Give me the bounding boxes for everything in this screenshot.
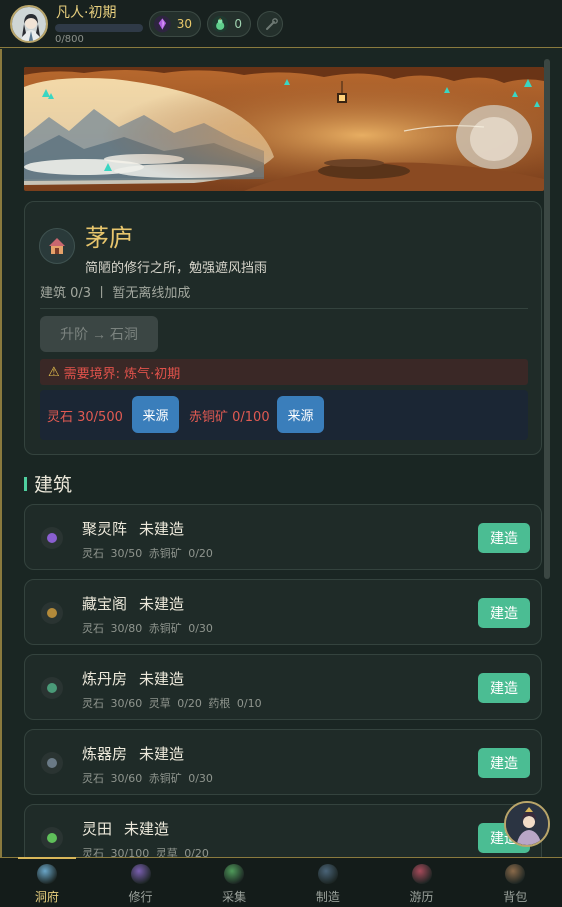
spirit-stone-counter[interactable]: 30 bbox=[149, 11, 201, 37]
building-name: 聚灵阵 bbox=[82, 520, 128, 538]
building-name: 炼丹房 bbox=[82, 670, 128, 688]
cave-building-meta: 建筑 0/3 丨 暂无离线加成 bbox=[40, 286, 191, 301]
building-row: 聚灵阵 未建造灵石 30/50 赤铜矿 0/20 建造 bbox=[24, 504, 542, 570]
building-cost: 灵石 30/60 赤铜矿 0/30 bbox=[82, 772, 213, 785]
bag-icon bbox=[505, 864, 526, 884]
sprout-icon bbox=[41, 827, 63, 849]
hut-icon bbox=[39, 228, 75, 264]
building-row: 炼丹房 未建造灵石 30/60 灵草 0/20 药根 0/10 建造 bbox=[24, 654, 542, 720]
building-cost: 灵石 30/100 灵草 0/20 bbox=[82, 847, 209, 857]
building-cost: 灵石 30/80 赤铜矿 0/30 bbox=[82, 622, 213, 635]
building-status: 未建造 bbox=[139, 520, 185, 538]
bottom-navigation: 洞府 修行 采集 制造 游历 背包 bbox=[0, 857, 562, 907]
section-title-buildings: 建筑 bbox=[34, 474, 73, 496]
building-name: 藏宝阁 bbox=[82, 595, 128, 613]
warning-icon: ⚠ bbox=[48, 364, 60, 380]
craft-icon bbox=[317, 864, 338, 884]
nav-item-bag[interactable]: 背包 bbox=[468, 858, 562, 907]
assistant-avatar-button[interactable] bbox=[504, 801, 550, 847]
wrench-icon bbox=[266, 18, 278, 30]
section-accent-bar bbox=[24, 477, 27, 491]
nav-label: 背包 bbox=[503, 890, 528, 904]
travel-icon bbox=[411, 864, 432, 884]
nav-item-cave[interactable]: 洞府 bbox=[0, 857, 94, 907]
spirit-stone-value: 30 bbox=[176, 17, 192, 31]
nav-item-herb[interactable]: 采集 bbox=[187, 858, 281, 907]
building-row: 藏宝阁 未建造灵石 30/80 赤铜矿 0/30 建造 bbox=[24, 579, 542, 645]
upgrade-button[interactable]: 升阶 → 石洞 bbox=[40, 316, 158, 352]
treasure-icon bbox=[41, 602, 63, 624]
cave-title: 茅庐 bbox=[85, 224, 133, 252]
nav-item-craft[interactable]: 制造 bbox=[281, 858, 375, 907]
building-status: 未建造 bbox=[139, 595, 185, 613]
building-status: 未建造 bbox=[124, 820, 170, 838]
building-name: 炼器房 bbox=[82, 745, 128, 763]
alchemy-icon bbox=[41, 677, 63, 699]
avatar-portrait-icon bbox=[12, 7, 46, 41]
warning-text: 需要境界: 炼气·初期 bbox=[63, 366, 181, 382]
lotus-icon bbox=[130, 864, 151, 884]
upgrade-cost-box: 灵石 30/500 来源 赤铜矿 0/100 来源 bbox=[40, 390, 528, 440]
nav-label: 洞府 bbox=[34, 890, 59, 904]
nav-label: 采集 bbox=[222, 890, 247, 904]
settings-button[interactable] bbox=[257, 11, 283, 37]
cave-banner-image bbox=[24, 67, 544, 191]
build-button[interactable]: 建造 bbox=[478, 523, 530, 553]
exp-progress-bar bbox=[55, 24, 143, 32]
realm-requirement-warning: ⚠ 需要境界: 炼气·初期 bbox=[40, 359, 528, 385]
spirit-stone-icon bbox=[154, 15, 171, 33]
exp-text: 0/800 bbox=[55, 34, 84, 45]
nav-item-travel[interactable]: 游历 bbox=[375, 858, 469, 907]
nav-label: 修行 bbox=[128, 890, 153, 904]
cave-description: 简陋的修行之所，勉强遮风挡雨 bbox=[85, 261, 268, 276]
realm-title: 凡人·初期 bbox=[56, 5, 117, 21]
jade-gourd-icon bbox=[212, 15, 229, 33]
forge-icon bbox=[41, 752, 63, 774]
build-button[interactable]: 建造 bbox=[478, 598, 530, 628]
top-bar: 凡人·初期 0/800 30 0 bbox=[0, 0, 562, 48]
player-avatar[interactable] bbox=[10, 5, 48, 43]
spirit-jade-counter[interactable]: 0 bbox=[207, 11, 251, 37]
building-status: 未建造 bbox=[139, 745, 185, 763]
herb-icon bbox=[224, 864, 245, 884]
nav-label: 制造 bbox=[315, 890, 340, 904]
building-cost: 灵石 30/50 赤铜矿 0/20 bbox=[82, 547, 213, 560]
array-icon bbox=[41, 527, 63, 549]
main-content[interactable]: 茅庐 简陋的修行之所，勉强遮风挡雨 建筑 0/3 丨 暂无离线加成 升阶 → 石… bbox=[0, 49, 562, 857]
card-divider bbox=[40, 308, 528, 309]
build-button[interactable]: 建造 bbox=[478, 748, 530, 778]
scrollbar[interactable] bbox=[544, 59, 550, 579]
building-status: 未建造 bbox=[139, 670, 185, 688]
build-button[interactable]: 建造 bbox=[478, 673, 530, 703]
spirit-jade-value: 0 bbox=[234, 17, 242, 31]
spirit-stone-source-button[interactable]: 来源 bbox=[132, 396, 179, 433]
nav-item-lotus[interactable]: 修行 bbox=[94, 858, 188, 907]
building-row: 灵田 未建造 灵石 30/100 灵草 0/20 建造 bbox=[24, 804, 542, 857]
cost-spirit-stone: 灵石 30/500 bbox=[47, 410, 123, 425]
cost-red-copper: 赤铜矿 0/100 bbox=[189, 410, 270, 425]
cave-info-card: 茅庐 简陋的修行之所，勉强遮风挡雨 建筑 0/3 丨 暂无离线加成 升阶 → 石… bbox=[24, 201, 542, 455]
building-row: 炼器房 未建造灵石 30/60 赤铜矿 0/30 建造 bbox=[24, 729, 542, 795]
red-copper-source-button[interactable]: 来源 bbox=[277, 396, 324, 433]
cave-icon bbox=[36, 864, 57, 884]
nav-label: 游历 bbox=[409, 890, 434, 904]
building-cost: 灵石 30/60 灵草 0/20 药根 0/10 bbox=[82, 697, 262, 710]
building-name: 灵田 bbox=[82, 820, 113, 838]
